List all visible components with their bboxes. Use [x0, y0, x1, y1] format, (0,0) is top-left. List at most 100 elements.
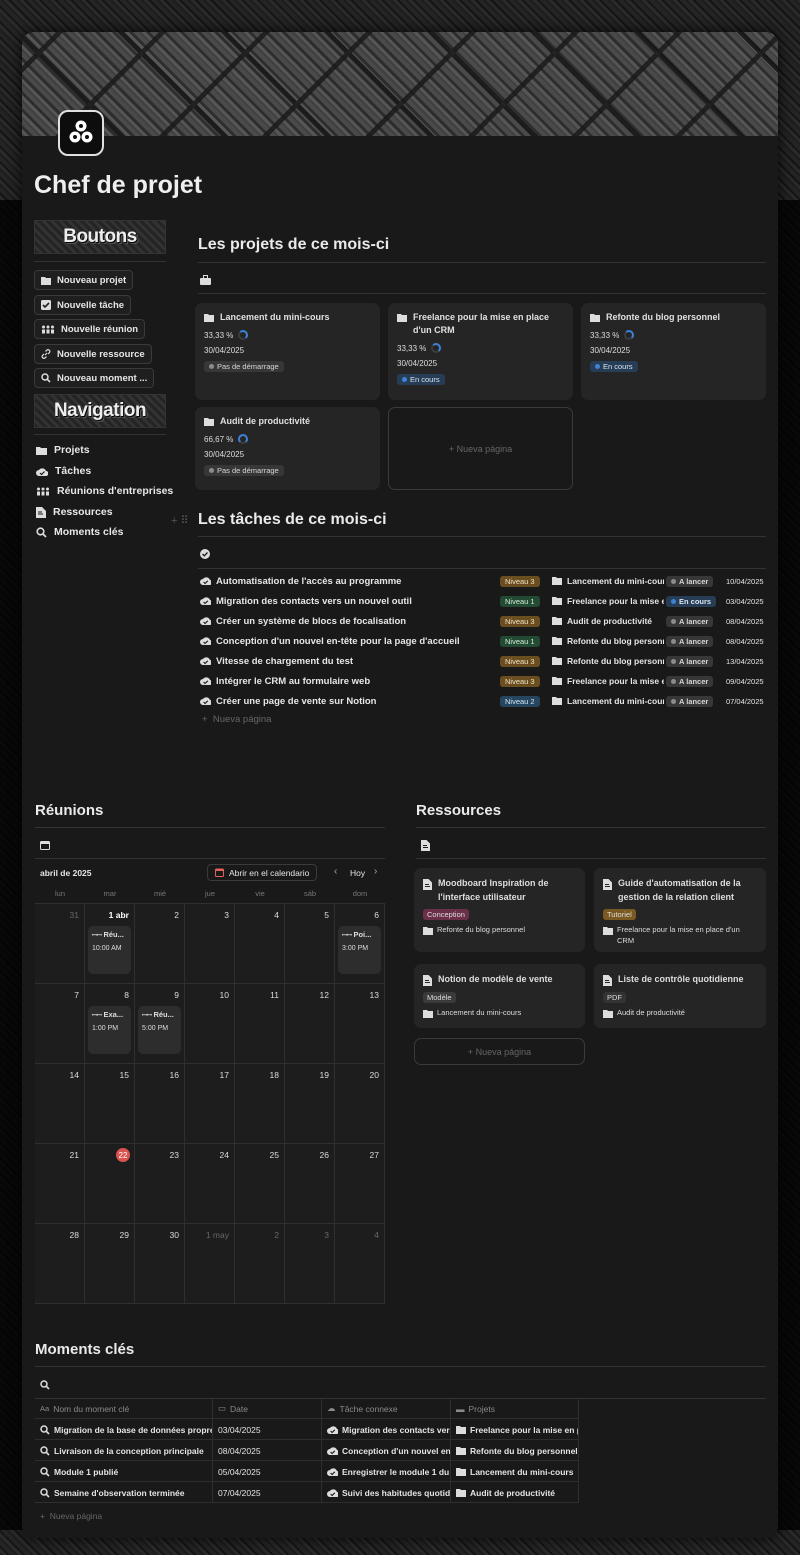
calendar-day[interactable]: 30 [135, 1224, 185, 1304]
column-header[interactable]: ▭ Date [213, 1398, 322, 1419]
resource-card[interactable]: Notion de modèle de vente Modèle Lanceme… [414, 964, 585, 1028]
calendar-day[interactable]: 14 [35, 1064, 85, 1144]
moment-name-cell[interactable]: Semaine d'observation terminée [35, 1482, 213, 1503]
project-card[interactable]: Refonte du blog personnel 33,33 % 30/04/… [581, 303, 766, 400]
calendar-day[interactable]: 18 [235, 1064, 285, 1144]
new-project-page-button[interactable]: + Nueva página [388, 407, 573, 490]
table-row[interactable]: Migration de la base de données propre 0… [35, 1419, 579, 1440]
calendar-day[interactable]: 11 [235, 984, 285, 1064]
calendar-day[interactable]: 12 [285, 984, 335, 1064]
calendar-day[interactable]: 4 [235, 904, 285, 984]
project-card[interactable]: Audit de productivité 66,67 % 30/04/2025… [195, 407, 380, 490]
column-header[interactable]: ▬ Projets [451, 1398, 579, 1419]
task-row[interactable]: Créer une page de vente sur Notion Nivea… [198, 692, 768, 710]
project-card[interactable]: Lancement du mini-cours 33,33 % 30/04/20… [195, 303, 380, 400]
column-header[interactable]: ☁ Tâche connexe [322, 1398, 451, 1419]
moment-project-cell[interactable]: Audit de productivité [451, 1482, 579, 1503]
calendar-day[interactable]: 25 [235, 1144, 285, 1224]
calendar-day[interactable]: 8 ꟷꟷ Exa... 1:00 PM [85, 984, 135, 1064]
task-row[interactable]: Intégrer le CRM au formulaire web Niveau… [198, 672, 768, 690]
open-calendar-button[interactable]: Abrir en el calendario [207, 864, 318, 881]
document-icon[interactable] [421, 840, 430, 851]
moment-date-cell[interactable]: 05/04/2025 [213, 1461, 322, 1482]
calendar-event[interactable]: ꟷꟷ Réu... 5:00 PM [138, 1006, 181, 1054]
calendar-day[interactable]: 5 [285, 904, 335, 984]
new-resource-button[interactable]: Nouvelle ressource [34, 344, 152, 364]
check-circle-icon[interactable] [200, 549, 210, 559]
calendar-day[interactable]: 28 [35, 1224, 85, 1304]
moment-date-cell[interactable]: 07/04/2025 [213, 1482, 322, 1503]
calendar-day[interactable]: 1 abr ꟷꟷ Réu... 10:00 AM [85, 904, 135, 984]
new-task-button[interactable]: Nouvelle tâche [34, 295, 132, 315]
calendar-day[interactable]: 20 [335, 1064, 385, 1144]
task-row[interactable]: Migration des contacts vers un nouvel ou… [198, 592, 768, 610]
calendar-day[interactable]: 7 [35, 984, 85, 1064]
nav-item-projects[interactable]: Projets [36, 442, 90, 458]
task-row[interactable]: Conception d'un nouvel en-tête pour la p… [198, 632, 768, 650]
task-row[interactable]: Créer un système de blocs de focalisatio… [198, 612, 768, 630]
calendar-day[interactable]: 19 [285, 1064, 335, 1144]
today-button[interactable]: Hoy [350, 868, 365, 878]
nav-item-tasks[interactable]: Tâches [36, 463, 91, 479]
new-moment-button[interactable]: Nouveau moment ... [34, 368, 155, 388]
add-block-handle[interactable]: + ⠿ [171, 514, 189, 527]
calendar-day[interactable]: 27 [335, 1144, 385, 1224]
new-project-button[interactable]: Nouveau projet [34, 270, 134, 290]
gears-icon[interactable] [58, 110, 104, 156]
moment-project-cell[interactable]: Freelance pour la mise en place d'un CRM [451, 1419, 579, 1440]
calendar-day[interactable]: 26 [285, 1144, 335, 1224]
moment-name-cell[interactable]: Livraison de la conception principale [35, 1440, 213, 1461]
moment-date-cell[interactable]: 08/04/2025 [213, 1440, 322, 1461]
calendar-day[interactable]: 22 [85, 1144, 135, 1224]
calendar-day[interactable]: 24 [185, 1144, 235, 1224]
task-row[interactable]: Vitesse de chargement du test Niveau 3 R… [198, 652, 768, 670]
project-card[interactable]: Freelance pour la mise en place d'un CRM… [388, 303, 573, 400]
calendar-day[interactable]: 2 [235, 1224, 285, 1304]
new-meeting-button[interactable]: Nouvelle réunion [34, 319, 146, 339]
calendar-day[interactable]: 2 [135, 904, 185, 984]
calendar-event[interactable]: ꟷꟷ Exa... 1:00 PM [88, 1006, 131, 1054]
moment-name-cell[interactable]: Migration de la base de données propre [35, 1419, 213, 1440]
calendar-day[interactable]: 21 [35, 1144, 85, 1224]
calendar-day[interactable]: 13 [335, 984, 385, 1064]
table-row[interactable]: Module 1 publié 05/04/2025 Enregistrer l… [35, 1461, 579, 1482]
resource-card[interactable]: Guide d'automatisation de la gestion de … [594, 868, 766, 952]
moment-name-cell[interactable]: Module 1 publié [35, 1461, 213, 1482]
calendar-day[interactable]: 10 [185, 984, 235, 1064]
column-header[interactable]: Aa Nom du moment clé [35, 1398, 213, 1419]
calendar-day[interactable]: 6 ꟷꟷ Poi... 3:00 PM [335, 904, 385, 984]
calendar-day[interactable]: 31 [35, 904, 85, 984]
table-row[interactable]: Semaine d'observation terminée 07/04/202… [35, 1482, 579, 1503]
calendar-icon[interactable] [40, 840, 50, 850]
resource-card[interactable]: Moodboard Inspiration de l'interface uti… [414, 868, 585, 952]
moment-task-cell[interactable]: Migration des contacts vers un nouvel ou… [322, 1419, 451, 1440]
calendar-day[interactable]: 4 [335, 1224, 385, 1304]
moment-date-cell[interactable]: 03/04/2025 [213, 1419, 322, 1440]
table-row[interactable]: Livraison de la conception principale 08… [35, 1440, 579, 1461]
calendar-day[interactable]: 17 [185, 1064, 235, 1144]
nav-item-moments[interactable]: Moments clés [36, 524, 123, 540]
new-resource-page-button[interactable]: + Nueva página [414, 1038, 585, 1065]
calendar-day[interactable]: 3 [185, 904, 235, 984]
calendar-event[interactable]: ꟷꟷ Réu... 10:00 AM [88, 926, 131, 974]
nav-item-resources[interactable]: Ressources [36, 504, 113, 520]
calendar-day[interactable]: 16 [135, 1064, 185, 1144]
chevron-left-icon[interactable]: ‹ [334, 866, 337, 877]
new-moment-page-button[interactable]: + Nueva página [40, 1511, 102, 1521]
moment-task-cell[interactable]: Enregistrer le module 1 du cours [322, 1461, 451, 1482]
calendar-day[interactable]: 15 [85, 1064, 135, 1144]
moment-task-cell[interactable]: Suivi des habitudes quotidiennes [322, 1482, 451, 1503]
calendar-day[interactable]: 29 [85, 1224, 135, 1304]
moment-project-cell[interactable]: Lancement du mini-cours [451, 1461, 579, 1482]
nav-item-meetings[interactable]: Réunions d'entreprises [36, 483, 173, 499]
new-task-page-button[interactable]: + Nueva página [202, 714, 271, 725]
calendar-day[interactable]: 23 [135, 1144, 185, 1224]
task-row[interactable]: Automatisation de l'accès au programme N… [198, 572, 768, 590]
moment-task-cell[interactable]: Conception d'un nouvel en-tête [322, 1440, 451, 1461]
calendar-day[interactable]: 9 ꟷꟷ Réu... 5:00 PM [135, 984, 185, 1064]
moment-project-cell[interactable]: Refonte du blog personnel [451, 1440, 579, 1461]
calendar-day[interactable]: 3 [285, 1224, 335, 1304]
chevron-right-icon[interactable]: › [374, 866, 377, 877]
briefcase-icon[interactable] [200, 275, 211, 285]
calendar-event[interactable]: ꟷꟷ Poi... 3:00 PM [338, 926, 381, 974]
